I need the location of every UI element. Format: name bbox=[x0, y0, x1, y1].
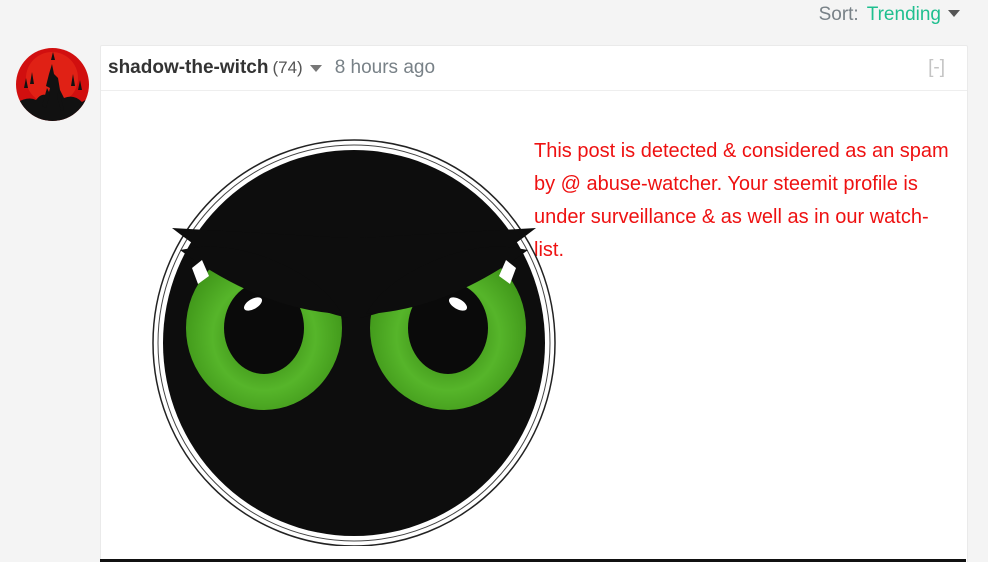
page: Sort: Trending shadow-the-witch (74) 8 h… bbox=[0, 0, 988, 562]
comment-timestamp[interactable]: 8 hours ago bbox=[335, 57, 435, 79]
author-menu-chevron-icon[interactable] bbox=[309, 64, 322, 72]
spam-warning-text: This post is detected & considered as an… bbox=[534, 140, 949, 261]
chevron-down-icon[interactable] bbox=[948, 9, 960, 17]
sort-control: Sort: Trending bbox=[819, 4, 960, 26]
collapse-button[interactable]: [-] bbox=[928, 57, 945, 79]
avatar[interactable] bbox=[16, 48, 89, 121]
angry-green-eyes-icon bbox=[152, 139, 556, 546]
comment-header: shadow-the-witch (74) 8 hours ago [-] bbox=[101, 46, 967, 91]
author-link[interactable]: shadow-the-witch bbox=[108, 57, 268, 79]
author-reputation: (74) bbox=[272, 58, 303, 77]
sort-label: Sort: bbox=[818, 4, 859, 25]
witch-silhouette-icon bbox=[16, 48, 89, 121]
sort-dropdown[interactable]: Trending bbox=[867, 4, 941, 26]
